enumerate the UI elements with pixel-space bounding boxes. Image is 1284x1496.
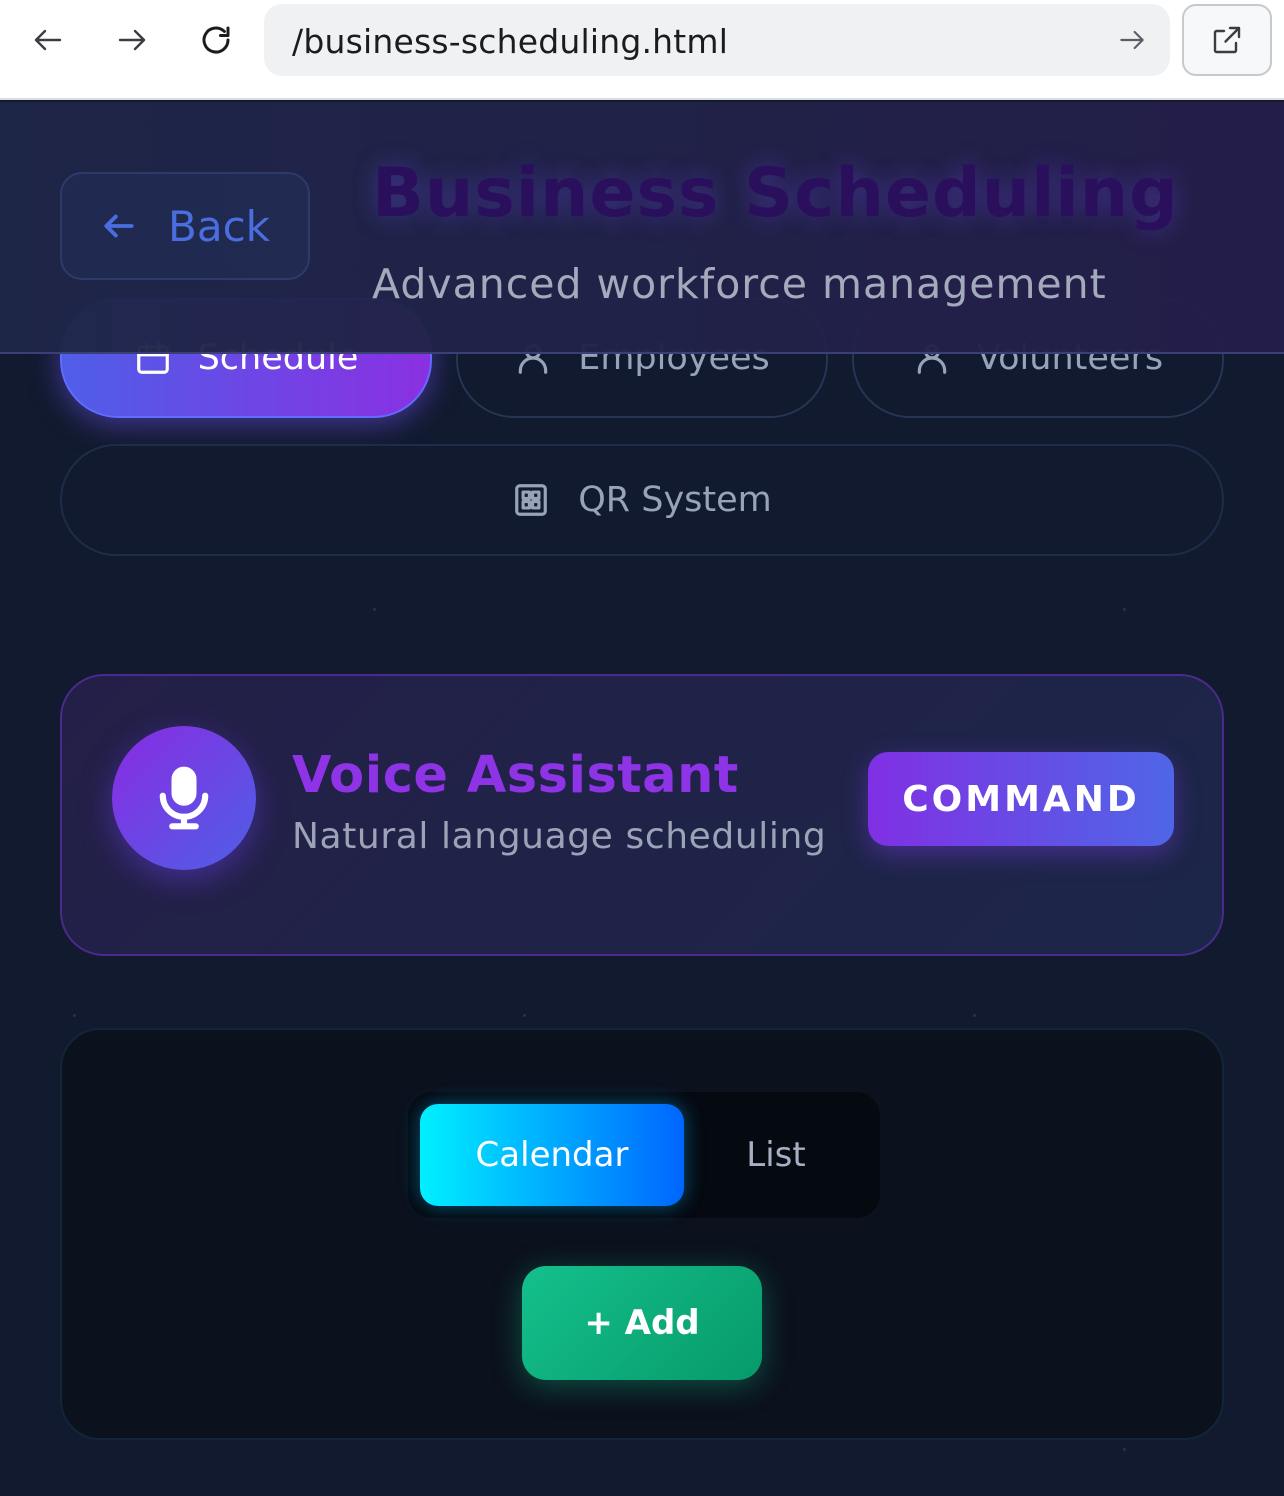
back-nav-button[interactable] bbox=[26, 18, 70, 62]
calendar-view-button[interactable]: Calendar bbox=[420, 1104, 684, 1206]
tab-qr-system[interactable]: QR System bbox=[60, 444, 1224, 556]
microphone-icon bbox=[159, 766, 209, 830]
arrow-left-icon bbox=[104, 214, 134, 238]
add-button[interactable]: + Add bbox=[522, 1266, 762, 1380]
arrow-left-icon bbox=[34, 29, 62, 51]
background-dot bbox=[373, 608, 376, 611]
voice-title: Voice Assistant bbox=[292, 746, 739, 805]
reload-button[interactable] bbox=[194, 18, 238, 62]
command-button[interactable]: COMMAND bbox=[868, 752, 1174, 846]
arrow-right-icon bbox=[118, 29, 146, 51]
page-subtitle: Advanced workforce management bbox=[372, 260, 1107, 308]
background-dot bbox=[1123, 1448, 1126, 1451]
voice-subtitle: Natural language scheduling bbox=[292, 816, 827, 857]
open-external-button[interactable] bbox=[1182, 4, 1272, 76]
app-content: Schedule Employees Volunteers QR System … bbox=[0, 102, 1284, 1496]
microphone-button[interactable] bbox=[112, 726, 256, 870]
list-view-button[interactable]: List bbox=[684, 1104, 868, 1206]
page-title: Business Scheduling bbox=[372, 154, 1179, 233]
url-text: /business-scheduling.html bbox=[292, 22, 729, 61]
reload-icon bbox=[202, 26, 230, 54]
view-toggle: Calendar List bbox=[408, 1092, 880, 1218]
tab-label: QR System bbox=[578, 480, 772, 520]
go-arrow-icon[interactable] bbox=[1116, 24, 1148, 56]
schedule-panel: Calendar List + Add bbox=[60, 1028, 1224, 1440]
back-label: Back bbox=[168, 201, 270, 251]
background-dot bbox=[1123, 608, 1126, 611]
forward-nav-button[interactable] bbox=[110, 18, 154, 62]
page-header: Back Business Scheduling Advanced workfo… bbox=[0, 102, 1284, 354]
background-dot bbox=[973, 1014, 976, 1017]
back-button[interactable]: Back bbox=[60, 172, 310, 280]
address-bar[interactable]: /business-scheduling.html bbox=[264, 4, 1170, 76]
background-dot bbox=[523, 1014, 526, 1017]
external-link-icon bbox=[1213, 26, 1241, 54]
background-dot bbox=[73, 1014, 76, 1017]
qr-icon bbox=[515, 484, 548, 516]
browser-toolbar: /business-scheduling.html bbox=[0, 0, 1284, 100]
voice-assistant-card: Voice Assistant Natural language schedul… bbox=[60, 674, 1224, 956]
